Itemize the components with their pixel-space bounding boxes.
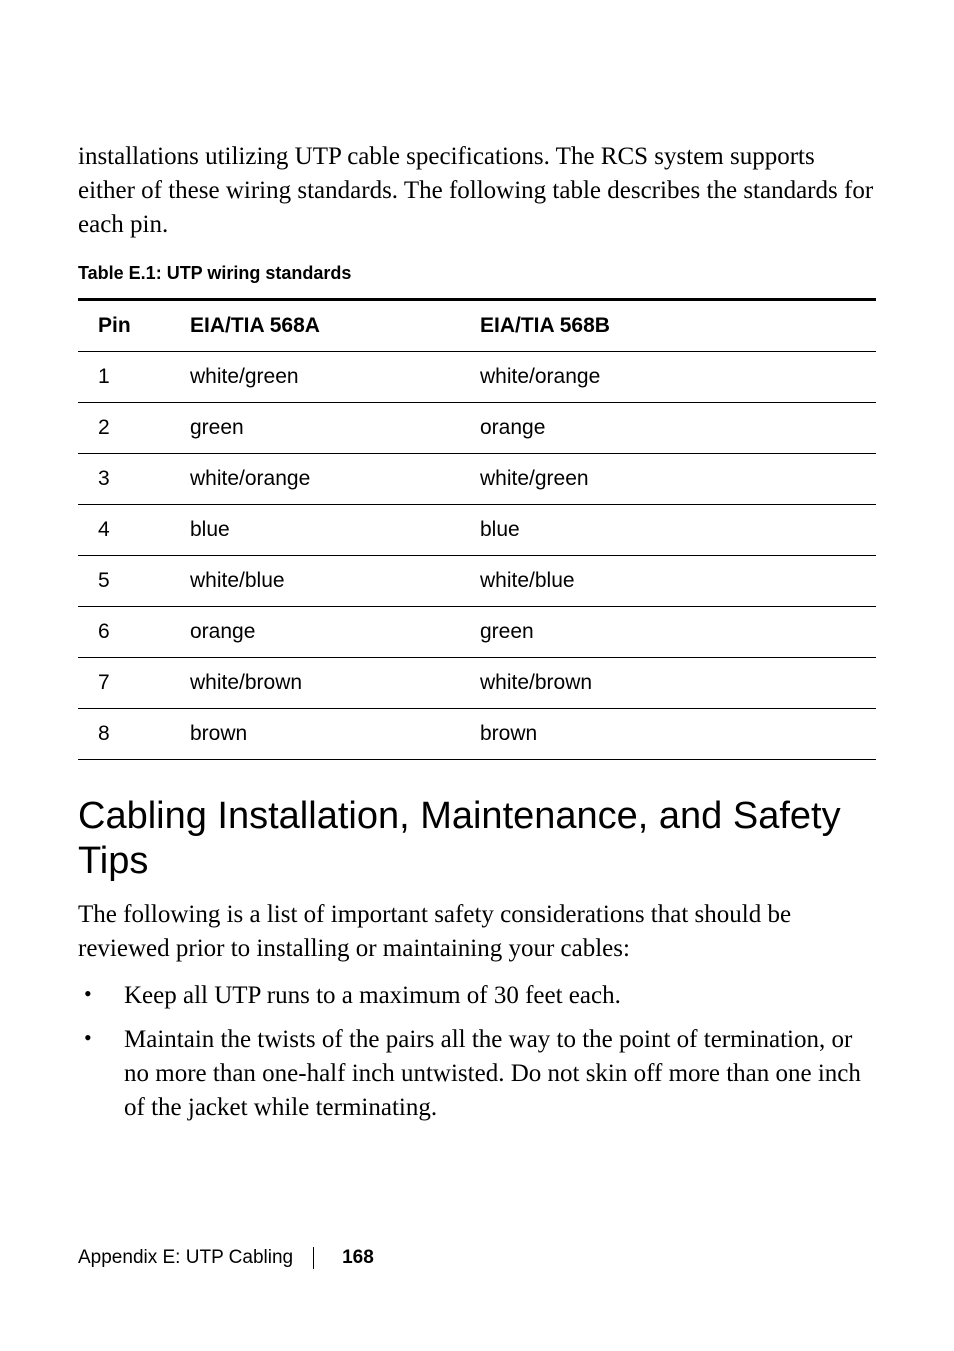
- wiring-standards-table: Pin EIA/TIA 568A EIA/TIA 568B 1white/gre…: [78, 298, 876, 760]
- table-cell: white/brown: [170, 658, 460, 709]
- table-cell: white/orange: [170, 454, 460, 505]
- footer-separator: [313, 1247, 314, 1269]
- table-body: 1white/greenwhite/orange2greenorange3whi…: [78, 352, 876, 760]
- table-row: 1white/greenwhite/orange: [78, 352, 876, 403]
- table-cell: 6: [78, 607, 170, 658]
- table-cell: blue: [170, 505, 460, 556]
- table-header-pin: Pin: [78, 300, 170, 352]
- table-cell: white/green: [170, 352, 460, 403]
- table-cell: white/blue: [170, 556, 460, 607]
- list-item: Keep all UTP runs to a maximum of 30 fee…: [78, 979, 876, 1013]
- table-cell: brown: [460, 709, 876, 760]
- table-row: 4blueblue: [78, 505, 876, 556]
- table-cell: 8: [78, 709, 170, 760]
- table-row: 8brownbrown: [78, 709, 876, 760]
- section-paragraph: The following is a list of important saf…: [78, 898, 876, 966]
- table-cell: orange: [170, 607, 460, 658]
- footer-section-label: Appendix E: UTP Cabling: [78, 1247, 293, 1269]
- table-row: 5white/bluewhite/blue: [78, 556, 876, 607]
- table-header-568b: EIA/TIA 568B: [460, 300, 876, 352]
- table-row: 7white/brownwhite/brown: [78, 658, 876, 709]
- page-footer: Appendix E: UTP Cabling 168: [78, 1247, 374, 1269]
- tips-list: Keep all UTP runs to a maximum of 30 fee…: [78, 979, 876, 1124]
- table-cell: brown: [170, 709, 460, 760]
- table-caption: Table E.1: UTP wiring standards: [78, 263, 876, 284]
- table-cell: white/brown: [460, 658, 876, 709]
- table-cell: 5: [78, 556, 170, 607]
- table-cell: 4: [78, 505, 170, 556]
- table-header-row: Pin EIA/TIA 568A EIA/TIA 568B: [78, 300, 876, 352]
- intro-paragraph: installations utilizing UTP cable specif…: [78, 140, 876, 241]
- table-row: 6orangegreen: [78, 607, 876, 658]
- table-header-568a: EIA/TIA 568A: [170, 300, 460, 352]
- table-cell: green: [170, 403, 460, 454]
- table-cell: blue: [460, 505, 876, 556]
- section-heading: Cabling Installation, Maintenance, and S…: [78, 794, 876, 884]
- table-cell: white/green: [460, 454, 876, 505]
- footer-page-number: 168: [342, 1247, 374, 1269]
- table-cell: green: [460, 607, 876, 658]
- table-cell: white/blue: [460, 556, 876, 607]
- table-cell: 7: [78, 658, 170, 709]
- table-cell: 2: [78, 403, 170, 454]
- table-cell: 1: [78, 352, 170, 403]
- table-row: 2greenorange: [78, 403, 876, 454]
- list-item: Maintain the twists of the pairs all the…: [78, 1023, 876, 1124]
- table-cell: 3: [78, 454, 170, 505]
- table-cell: orange: [460, 403, 876, 454]
- table-cell: white/orange: [460, 352, 876, 403]
- table-row: 3white/orangewhite/green: [78, 454, 876, 505]
